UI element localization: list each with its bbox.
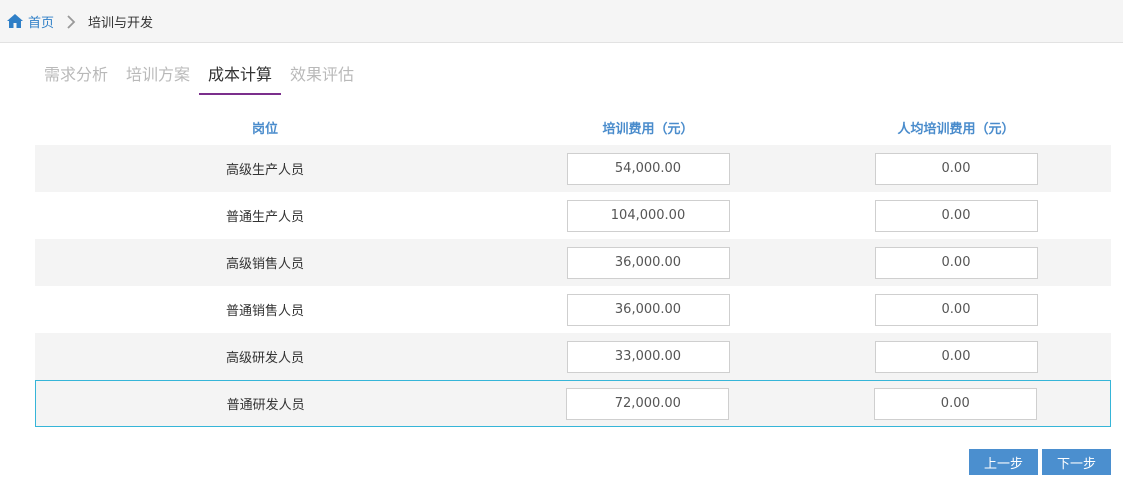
header-position: 岗位 bbox=[251, 122, 278, 137]
position-label: 高级销售人员 bbox=[225, 257, 304, 272]
breadcrumb-bar: 首页 培训与开发 bbox=[0, 0, 1123, 43]
chevron-right-icon bbox=[66, 14, 76, 29]
cost-table: 岗位 培训费用（元） 人均培训费用（元） 高级生产人员 普通生产人员 高级销售人… bbox=[35, 110, 1111, 427]
per-capita-cost-input[interactable] bbox=[874, 340, 1038, 373]
position-label: 高级研发人员 bbox=[225, 351, 304, 366]
breadcrumb-current: 培训与开发 bbox=[88, 15, 154, 31]
breadcrumb-home-link[interactable]: 首页 bbox=[28, 12, 54, 31]
position-label: 普通研发人员 bbox=[226, 398, 305, 413]
next-step-button[interactable]: 下一步 bbox=[1042, 449, 1111, 475]
table-row-selected[interactable]: 普通研发人员 bbox=[35, 380, 1111, 427]
tab-needs-analysis[interactable]: 需求分析 bbox=[35, 64, 117, 95]
training-cost-input[interactable] bbox=[566, 199, 730, 232]
table-row[interactable]: 高级生产人员 bbox=[35, 145, 1111, 192]
per-capita-cost-input[interactable] bbox=[874, 293, 1038, 326]
training-cost-input[interactable] bbox=[566, 152, 730, 185]
step-tabs: 需求分析 培训方案 成本计算 效果评估 bbox=[35, 64, 363, 95]
position-label: 高级生产人员 bbox=[225, 163, 304, 178]
per-capita-cost-input[interactable] bbox=[874, 152, 1038, 185]
table-row[interactable]: 普通销售人员 bbox=[35, 286, 1111, 333]
tab-training-plan[interactable]: 培训方案 bbox=[117, 64, 199, 95]
table-row[interactable]: 普通生产人员 bbox=[35, 192, 1111, 239]
position-label: 普通销售人员 bbox=[225, 304, 304, 319]
table-header: 岗位 培训费用（元） 人均培训费用（元） bbox=[35, 110, 1111, 145]
training-cost-input[interactable] bbox=[566, 293, 730, 326]
prev-step-button[interactable]: 上一步 bbox=[969, 449, 1038, 475]
training-cost-input[interactable] bbox=[566, 246, 730, 279]
table-row[interactable]: 高级研发人员 bbox=[35, 333, 1111, 380]
training-cost-input[interactable] bbox=[566, 387, 730, 420]
per-capita-cost-input[interactable] bbox=[873, 387, 1037, 420]
position-label: 普通生产人员 bbox=[225, 210, 304, 225]
per-capita-cost-input[interactable] bbox=[874, 246, 1038, 279]
training-cost-input[interactable] bbox=[566, 340, 730, 373]
per-capita-cost-input[interactable] bbox=[874, 199, 1038, 232]
header-training-cost: 培训费用（元） bbox=[602, 122, 694, 137]
header-per-capita-cost: 人均培训费用（元） bbox=[897, 122, 1015, 137]
table-row[interactable]: 高级销售人员 bbox=[35, 239, 1111, 286]
tab-effect-evaluation[interactable]: 效果评估 bbox=[281, 64, 363, 95]
home-icon[interactable] bbox=[6, 12, 24, 30]
tab-cost-calculation[interactable]: 成本计算 bbox=[199, 64, 282, 95]
